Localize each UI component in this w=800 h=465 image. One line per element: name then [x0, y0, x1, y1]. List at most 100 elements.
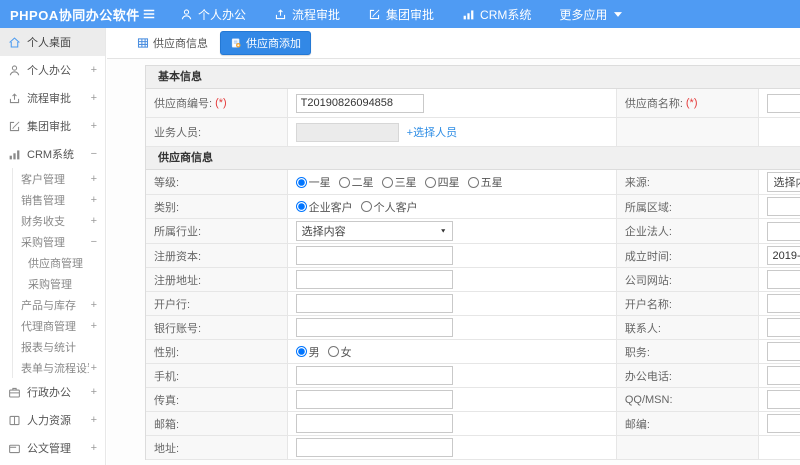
registered-address-input[interactable]	[295, 270, 453, 289]
nav-item-label: 流程审批	[292, 7, 341, 22]
expand-plus-icon[interactable]: +	[89, 173, 97, 185]
tab-supplier-info[interactable]: 供应商信息	[135, 32, 210, 54]
sidebar-item-group-approval[interactable]: 集团审批 +	[0, 112, 105, 140]
sidebar-item-personal-desktop[interactable]: 个人桌面	[0, 28, 105, 56]
mobile-input[interactable]	[295, 366, 453, 385]
level-radios-radio[interactable]	[424, 176, 436, 188]
sidebar-item-flow-approval[interactable]: 流程审批 +	[0, 84, 105, 112]
level-radios-radio[interactable]	[338, 176, 350, 188]
sidebar-item-customer-mgmt[interactable]: 客户管理 +	[0, 168, 105, 189]
region-input[interactable]	[767, 197, 800, 216]
bank-account-input[interactable]	[295, 318, 453, 337]
sidebar-item-form-flow-setting[interactable]: 表单与流程设置+	[0, 357, 105, 378]
nav-more-apps[interactable]: 更多应用	[545, 0, 636, 28]
category-radios-radio[interactable]	[295, 201, 307, 212]
sidebar-item-purchasing[interactable]: 采购管理	[0, 273, 105, 294]
user-icon	[180, 8, 193, 21]
level-radios-option[interactable]: 三星	[381, 174, 417, 190]
field-label-cell: 成立时间:	[616, 244, 760, 267]
source-select[interactable]: 选择内容▼	[767, 172, 800, 192]
expand-plus-icon[interactable]: +	[89, 92, 97, 104]
level-radios-option[interactable]: 二星	[338, 174, 374, 190]
level-radios-radio[interactable]	[381, 176, 393, 188]
hamburger-menu-button[interactable]	[142, 7, 156, 21]
bank-input[interactable]	[295, 294, 453, 313]
industry-select[interactable]: 选择内容 ▼	[295, 221, 453, 241]
sidebar-item-hr[interactable]: 人力资源 +	[0, 406, 105, 434]
expand-plus-icon[interactable]: +	[89, 362, 97, 374]
sidebar-item-reports[interactable]: 报表与统计	[0, 336, 105, 357]
fax-input[interactable]	[295, 390, 453, 409]
account-name-input[interactable]	[767, 294, 800, 313]
top-navigation: 个人办公 流程审批 集团审批 CRM系统 更多应用	[166, 0, 636, 28]
expand-plus-icon[interactable]: +	[89, 194, 97, 206]
expand-plus-icon[interactable]: +	[89, 414, 97, 426]
field-control-cell: 选择内容 ▼	[287, 219, 617, 243]
founded-date-input[interactable]	[767, 246, 800, 265]
level-radios-radio[interactable]	[295, 176, 307, 188]
chart-icon	[8, 148, 21, 161]
tab-supplier-add[interactable]: 供应商添加	[220, 31, 311, 55]
sidebar-item-supplier-mgmt[interactable]: 供应商管理	[0, 252, 105, 273]
nav-flow-approval[interactable]: 流程审批	[260, 0, 354, 28]
gender-radios-radio[interactable]	[327, 346, 339, 357]
user-icon	[8, 64, 21, 77]
nav-personal-office[interactable]: 个人办公	[166, 0, 260, 28]
radio-option-label: 女	[340, 346, 352, 359]
grid-icon	[137, 37, 149, 49]
postcode-input[interactable]	[767, 414, 800, 433]
sidebar-item-document-mgmt[interactable]: 公文管理 +	[0, 434, 105, 462]
sidebar-item-agent-mgmt[interactable]: 代理商管理 +	[0, 315, 105, 336]
sidebar-item-admin-office[interactable]: 行政办公 +	[0, 378, 105, 406]
nav-crm-system[interactable]: CRM系统	[448, 0, 545, 28]
gender-radios-option[interactable]: 男	[295, 344, 320, 360]
level-radios-radio[interactable]	[467, 176, 479, 188]
gender-radios-radio[interactable]	[295, 346, 307, 357]
radio-option-label: 二星	[351, 177, 374, 189]
address-input[interactable]	[295, 438, 453, 457]
field-label: 传真:	[154, 394, 180, 407]
gender-radios-option[interactable]: 女	[327, 344, 352, 360]
expand-plus-icon[interactable]: +	[89, 386, 97, 398]
category-radios-option[interactable]: 企业客户	[295, 199, 353, 215]
sidebar-item-crm-system[interactable]: CRM系统 −	[0, 140, 105, 168]
expand-plus-icon[interactable]: +	[89, 442, 97, 454]
expand-plus-icon[interactable]: +	[89, 215, 97, 227]
business-person-input[interactable]	[295, 122, 399, 142]
sidebar-item-product-stock[interactable]: 产品与库存 +	[0, 294, 105, 315]
field-label-cell: 业务人员:	[146, 118, 288, 146]
sidebar-item-personal-office[interactable]: 个人办公 +	[0, 56, 105, 84]
category-radios-radio[interactable]	[360, 201, 372, 212]
email-input[interactable]	[295, 414, 453, 433]
legal-person-input[interactable]	[767, 221, 800, 241]
sidebar-item-sales-mgmt[interactable]: 销售管理 +	[0, 189, 105, 210]
expand-plus-icon[interactable]: +	[89, 299, 97, 311]
sidebar-item-label: 报表与统计	[21, 341, 76, 354]
field-control-cell	[759, 388, 800, 411]
field-label-cell: 注册资本:	[146, 244, 288, 267]
sidebar-item-finance[interactable]: 财务收支 +	[0, 210, 105, 231]
level-radios-option[interactable]: 五星	[467, 174, 503, 190]
category-radios-option[interactable]: 个人客户	[360, 199, 418, 215]
company-website-input[interactable]	[767, 270, 800, 289]
position-input[interactable]	[767, 342, 800, 361]
form-section-title: 基本信息	[146, 66, 800, 89]
supplier-name-input[interactable]	[767, 93, 800, 113]
sidebar-item-purchase-mgmt[interactable]: 采购管理 −	[0, 231, 105, 252]
level-radios-option[interactable]: 四星	[424, 174, 460, 190]
office-phone-input[interactable]	[767, 366, 800, 385]
collapse-minus-icon[interactable]: −	[89, 148, 97, 160]
choose-person-link[interactable]: +选择人员	[407, 124, 457, 140]
supplier-code-input[interactable]	[295, 93, 424, 113]
qq-msn-input[interactable]	[767, 390, 800, 409]
nav-group-approval[interactable]: 集团审批	[354, 0, 448, 28]
level-radios-option[interactable]: 一星	[295, 174, 331, 190]
collapse-minus-icon[interactable]: −	[89, 236, 97, 248]
expand-plus-icon[interactable]: +	[89, 120, 97, 132]
expand-plus-icon[interactable]: +	[89, 64, 97, 76]
sidebar-item-label: 行政办公	[27, 387, 71, 399]
registered-capital-input[interactable]	[295, 246, 453, 265]
expand-plus-icon[interactable]: +	[89, 320, 97, 332]
field-label: 银行账号:	[154, 322, 202, 335]
contact-person-input[interactable]	[767, 318, 800, 337]
